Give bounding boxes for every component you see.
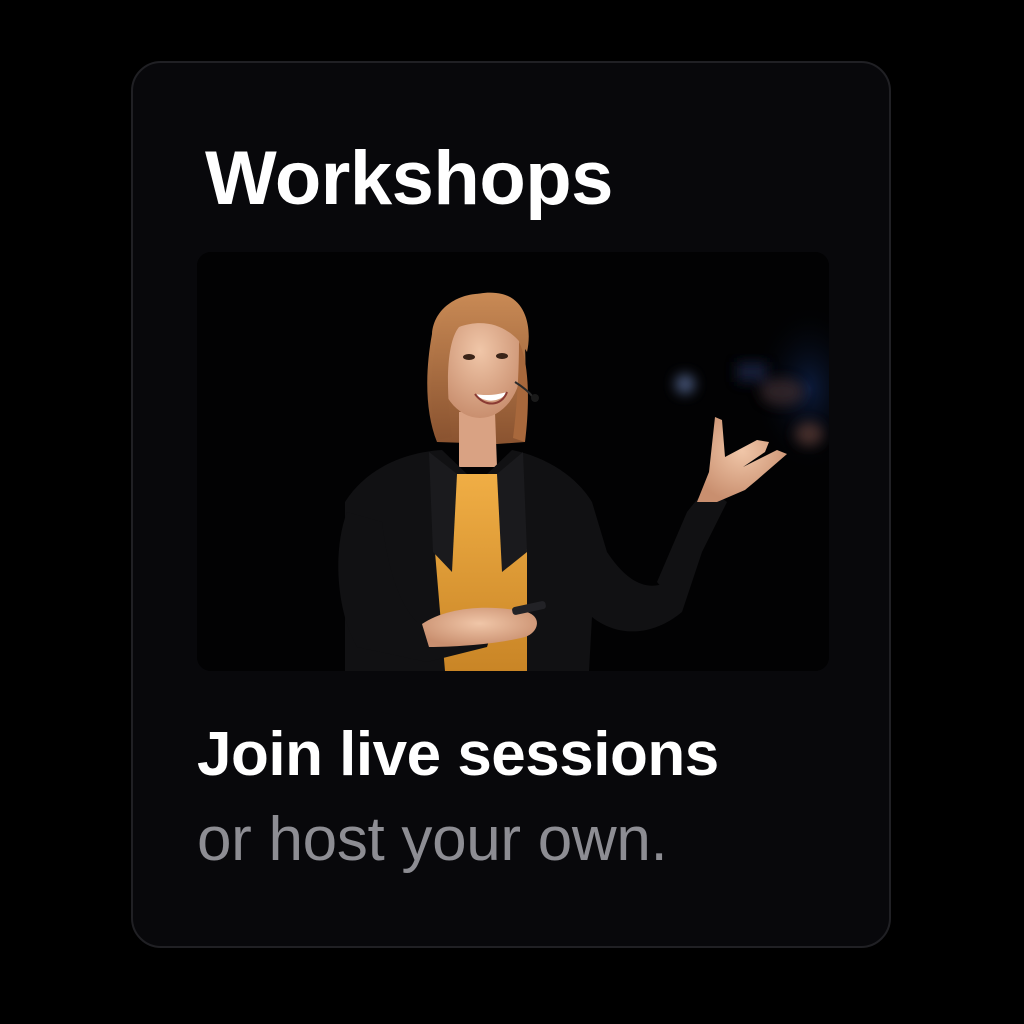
workshops-card[interactable]: Workshops Join live sessions or host you… [131, 61, 891, 948]
subline: or host your own. [197, 805, 668, 874]
headline: Join live sessions [197, 720, 719, 789]
hero-image-speaker [197, 252, 829, 671]
card-title: Workshops [205, 136, 613, 221]
